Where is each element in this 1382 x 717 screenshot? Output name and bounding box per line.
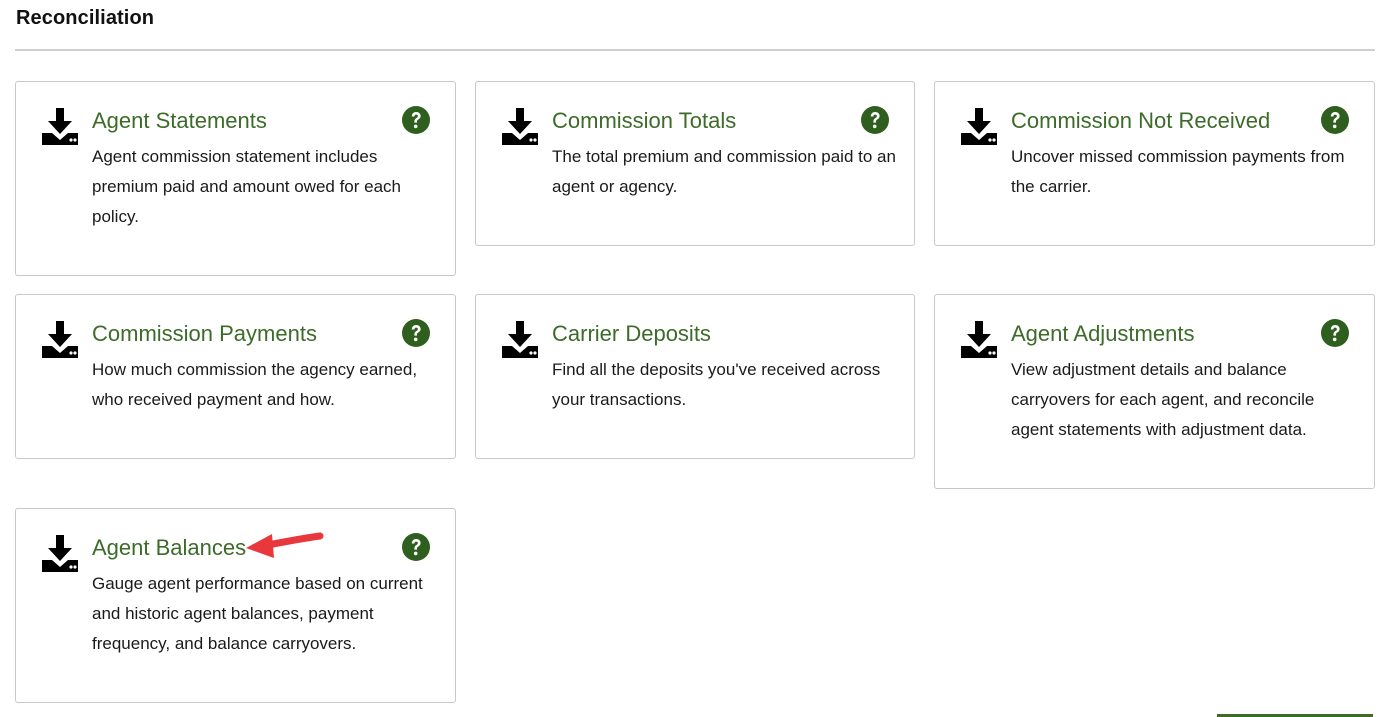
card-carrier-deposits[interactable]: Carrier Deposits Find all the deposits y… (475, 294, 915, 459)
card-commission-not-received[interactable]: Commission Not Received Uncover missed c… (934, 81, 1375, 246)
card-commission-payments[interactable]: Commission Payments How much commission … (15, 294, 456, 459)
question-circle-icon[interactable] (1321, 106, 1349, 134)
reconciliation-page: Reconciliation Agent Statements Agent co… (0, 0, 1382, 717)
download-tray-icon[interactable] (500, 319, 540, 359)
title-divider (15, 49, 1375, 51)
card-title[interactable]: Agent Statements (92, 106, 267, 136)
card-title[interactable]: Commission Payments (92, 319, 317, 349)
card-description: Find all the deposits you've received ac… (552, 360, 881, 409)
download-tray-icon[interactable] (959, 319, 999, 359)
section-title: Reconciliation (16, 7, 155, 29)
card-description: How much commission the agency earned, w… (92, 360, 418, 409)
question-circle-icon[interactable] (861, 106, 889, 134)
card-description: The total premium and commission paid to… (552, 147, 896, 196)
card-description: Uncover missed commission payments from … (1011, 147, 1345, 196)
download-tray-icon[interactable] (40, 533, 80, 573)
card-description: View adjustment details and balance carr… (1011, 360, 1315, 439)
question-circle-icon[interactable] (402, 533, 430, 561)
card-title[interactable]: Carrier Deposits (552, 319, 711, 349)
card-title[interactable]: Commission Not Received (1011, 106, 1270, 136)
download-tray-icon[interactable] (40, 319, 80, 359)
download-tray-icon[interactable] (959, 106, 999, 146)
card-description: Agent commission statement includes prem… (92, 147, 402, 226)
download-tray-icon[interactable] (40, 106, 80, 146)
question-circle-icon[interactable] (402, 106, 430, 134)
card-title[interactable]: Agent Balances (92, 533, 246, 563)
card-agent-balances[interactable]: Agent Balances Gauge agent performance b… (15, 508, 456, 703)
card-commission-totals[interactable]: Commission Totals The total premium and … (475, 81, 915, 246)
card-agent-adjustments[interactable]: Agent Adjustments View adjustment detail… (934, 294, 1375, 489)
card-title[interactable]: Agent Adjustments (1011, 319, 1194, 349)
annotation-arrow-icon (246, 532, 324, 558)
question-circle-icon[interactable] (402, 319, 430, 347)
question-circle-icon[interactable] (1321, 319, 1349, 347)
download-tray-icon[interactable] (500, 106, 540, 146)
card-title[interactable]: Commission Totals (552, 106, 736, 136)
card-agent-statements[interactable]: Agent Statements Agent commission statem… (15, 81, 456, 276)
card-description: Gauge agent performance based on current… (92, 574, 423, 653)
